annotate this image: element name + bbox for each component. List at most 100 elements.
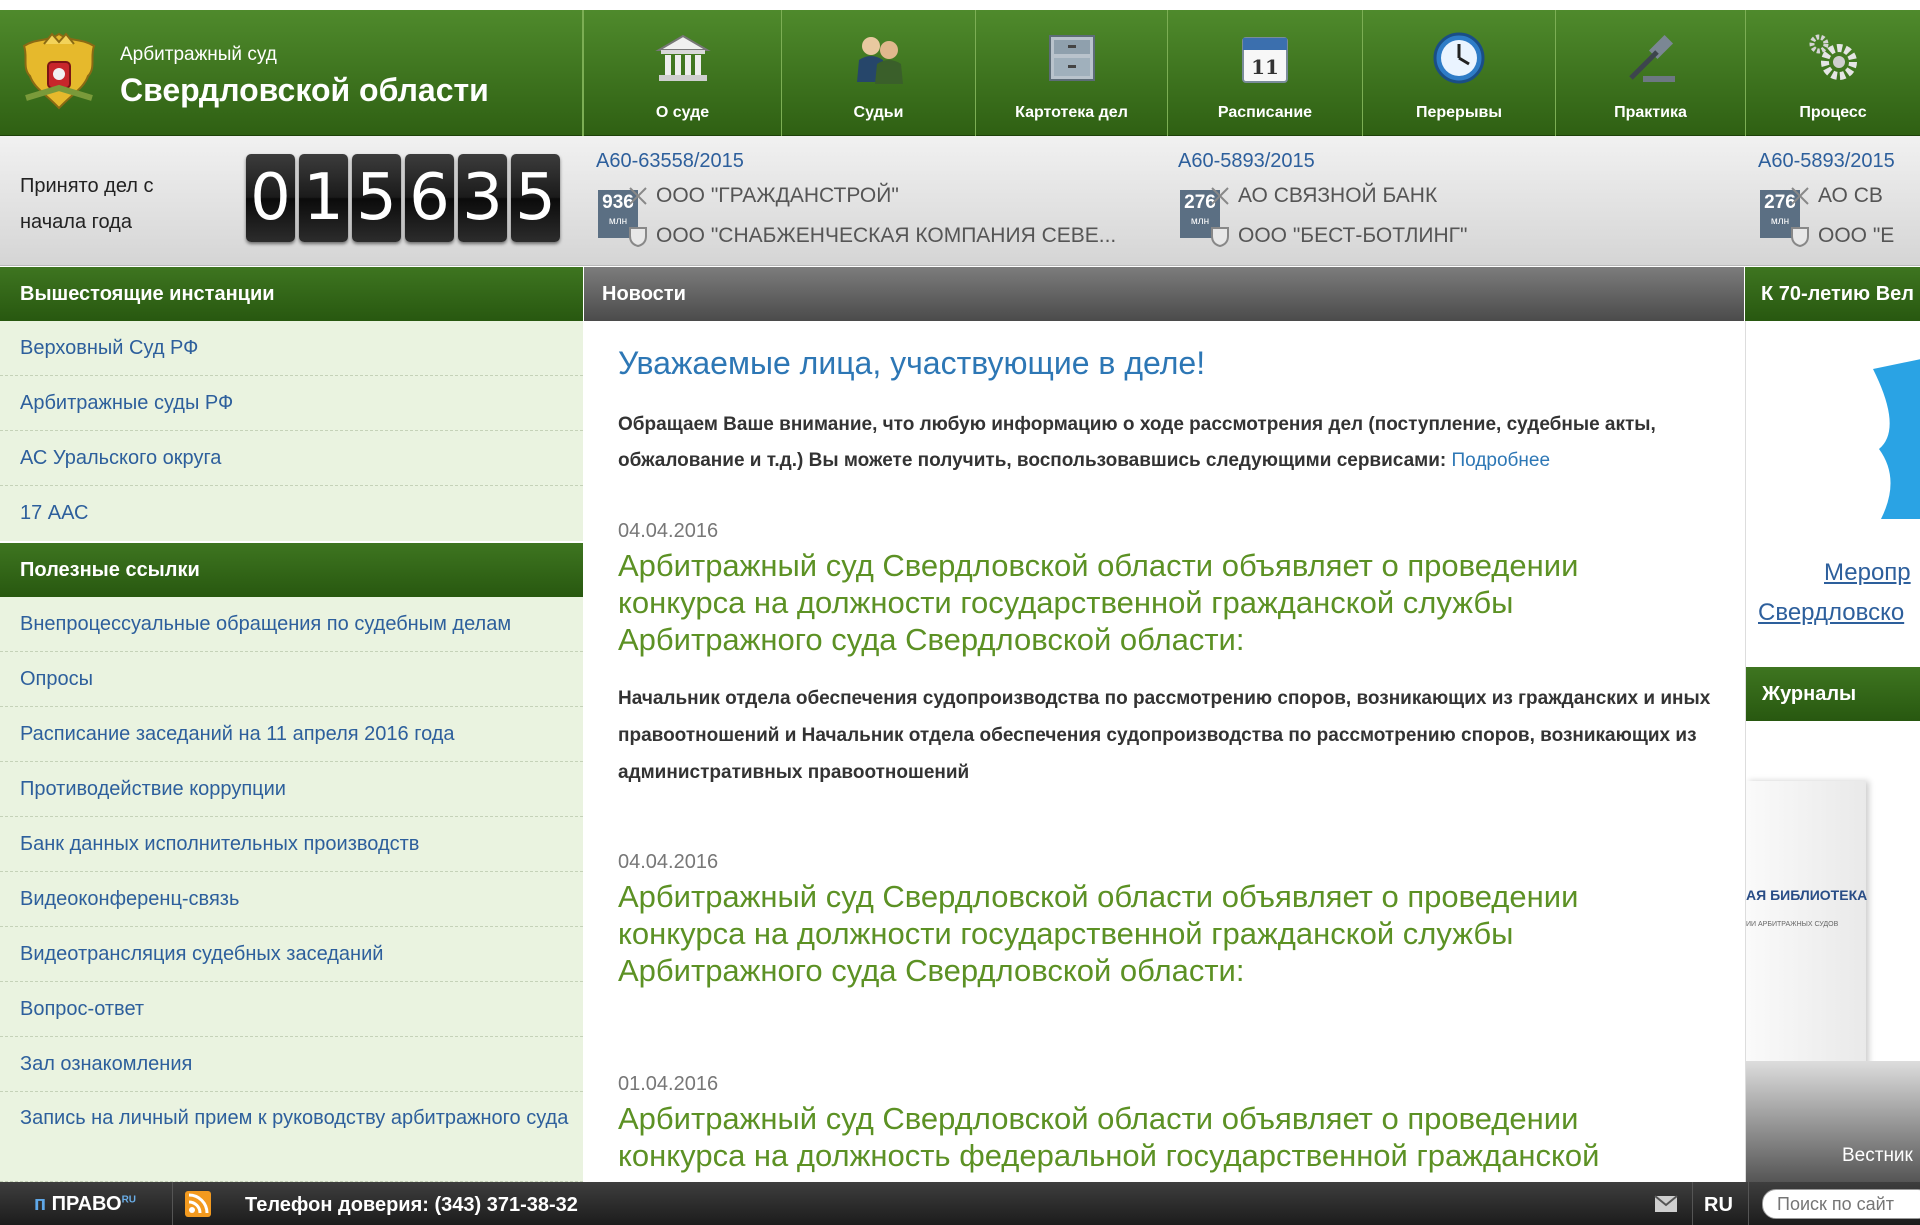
case-plaintiff-name: АО СВ [1818, 184, 1883, 207]
case-defendant-name: ООО "БЕСТ-БОТЛИНГ" [1238, 224, 1468, 247]
sidebar-item-reception[interactable]: Запись на личный прием к руководству арб… [0, 1092, 583, 1182]
journals-header: Журналы [1746, 667, 1920, 721]
clock-icon [1433, 32, 1485, 84]
news-column: Уважаемые лица, участвующие в деле! Обра… [584, 321, 1744, 1182]
sidebar-item-videoconference[interactable]: Видеоконференц-связь [0, 872, 583, 927]
case-plaintiff-name: АО СВЯЗНОЙ БАНК [1238, 184, 1438, 207]
building-icon [654, 34, 711, 81]
calendar-icon: 11 [1242, 37, 1288, 83]
journal-cover-title: АЯ БИБЛИОТЕКА [1746, 887, 1868, 903]
mail-icon[interactable] [1654, 1195, 1678, 1213]
language-switch[interactable]: RU [1704, 1194, 1733, 1217]
site-search-input[interactable] [1762, 1189, 1920, 1219]
case-number-link[interactable]: А60-5893/2015 [1178, 150, 1738, 173]
right-column: Меропр Свердловско Журналы АЯ БИБЛИОТЕКА… [1745, 321, 1920, 1182]
counter-digit: 3 [458, 154, 507, 242]
case-plaintiff-name: ООО "ГРАЖДАНСТРОЙ" [656, 184, 899, 207]
case-card[interactable]: А60-5893/2015 276 млн АО СВ ООО "Е [1758, 150, 1920, 262]
notice-text: Обращаем Ваше внимание, что любую информ… [618, 407, 1738, 479]
swords-icon [1791, 187, 1809, 205]
counter-digit: 1 [299, 154, 348, 242]
cases-counter-label: Принято дел с начала года [20, 175, 154, 233]
footer-bar: ᴨ ПРАВОRU Телефон доверия: (343) 371-38-… [0, 1182, 1920, 1225]
news-title-link[interactable]: Арбитражный суд Свердловской области объ… [618, 547, 1698, 658]
pravo-logo-mark: ᴨ [34, 1193, 47, 1215]
cases-counter: 0 1 5 6 3 5 [246, 154, 560, 242]
shield-icon [1211, 227, 1229, 248]
court-name-line1: Арбитражный суд [120, 44, 277, 65]
notice-more-link[interactable]: Подробнее [1452, 450, 1551, 471]
judges-icon [856, 37, 903, 84]
sidebar-item-video-broadcast[interactable]: Видеотрансляция судебных заседаний [0, 927, 583, 982]
case-card[interactable]: А60-63558/2015 936 млн ООО "ГРАЖДАНСТРОЙ"… [596, 150, 1156, 262]
sidebar-item-reading-room[interactable]: Зал ознакомления [0, 1037, 583, 1092]
sidebar-item-schedule[interactable]: Расписание заседаний на 11 апреля 2016 г… [0, 707, 583, 762]
sidebar-item-appeals[interactable]: Внепроцессуальные обращения по судебным … [0, 597, 583, 652]
counter-digit: 5 [511, 154, 560, 242]
case-plaintiff: АО СВЯЗНОЙ БАНК [1211, 184, 1438, 208]
news-date: 04.04.2016 [618, 520, 719, 542]
nav-process[interactable]: Процесс [1745, 10, 1920, 136]
footer-divider [1692, 1182, 1693, 1225]
case-defendant-name: ООО "Е [1818, 224, 1895, 247]
event-link-line1[interactable]: Меропр [1824, 559, 1911, 587]
site-header: Арбитражный суд Свердловской области О с… [0, 0, 1920, 136]
calendar-day: 11 [1251, 55, 1279, 79]
case-plaintiff: ООО "ГРАЖДАНСТРОЙ" [629, 184, 899, 208]
sidebar-item-arbitration-courts[interactable]: Арбитражные суды РФ [0, 376, 583, 431]
nav-practice[interactable]: Практика [1555, 10, 1745, 136]
sidebar-item-faq[interactable]: Вопрос-ответ [0, 982, 583, 1037]
counter-digit: 0 [246, 154, 295, 242]
case-card[interactable]: А60-5893/2015 276 млн АО СВЯЗНОЙ БАНК ООО… [1178, 150, 1738, 262]
coat-of-arms-icon [22, 32, 96, 110]
nav-label: Картотека дел [1015, 104, 1128, 121]
cabinet-icon [1048, 35, 1095, 81]
event-link-line2[interactable]: Свердловско [1758, 599, 1904, 627]
case-defendant: ООО "СНАБЖЕНЧЕСКАЯ КОМПАНИЯ СЕВЕ... [629, 224, 1116, 248]
counter-digit: 5 [352, 154, 401, 242]
anniversary-banner-icon [1873, 359, 1920, 519]
nav-label: Перерывы [1415, 104, 1502, 121]
nav-label: Процесс [1799, 104, 1867, 121]
nav-breaks[interactable]: Перерывы [1362, 10, 1555, 136]
swords-icon [1211, 187, 1229, 205]
gavel-icon [1628, 34, 1675, 82]
nav-judges[interactable]: Судьи [781, 10, 975, 136]
news-title-link[interactable]: Арбитражный суд Свердловской области объ… [618, 1100, 1698, 1174]
nav-label: О суде [655, 104, 710, 121]
pravo-logo-link[interactable]: ᴨ ПРАВОRU [34, 1193, 136, 1216]
nav-case-files[interactable]: Картотека дел [975, 10, 1167, 136]
sidebar-item-17aas[interactable]: 17 ААС [0, 486, 583, 541]
case-number-link[interactable]: А60-63558/2015 [596, 150, 1156, 173]
counter-digit: 6 [405, 154, 454, 242]
sidebar-item-polls[interactable]: Опросы [0, 652, 583, 707]
journal-cover[interactable]: АЯ БИБЛИОТЕКА ИИ АРБИТРАЖНЫХ СУДОВ [1746, 781, 1868, 1081]
case-defendant: ООО "БЕСТ-БОТЛИНГ" [1211, 224, 1468, 248]
news-header: Новости [584, 267, 1744, 321]
nav-label: Судьи [853, 104, 904, 121]
sidebar-item-enforcement-db[interactable]: Банк данных исполнительных производств [0, 817, 583, 872]
nav-schedule[interactable]: 11 Расписание [1167, 10, 1362, 136]
news-title-link[interactable]: Арбитражный суд Свердловской области объ… [618, 878, 1698, 989]
court-name-line2: Свердловской области [120, 72, 489, 108]
sidebar-section-higher-courts: Вышестоящие инстанции [0, 267, 583, 321]
rss-icon[interactable] [185, 1191, 211, 1217]
sidebar-item-anticorruption[interactable]: Противодействие коррупции [0, 762, 583, 817]
sidebar-item-supreme-court[interactable]: Верховный Суд РФ [0, 321, 583, 376]
court-logo-link[interactable]: Арбитражный суд Свердловской области [0, 10, 583, 136]
nav-about[interactable]: О суде [583, 10, 781, 136]
nav-label: Практика [1614, 104, 1687, 121]
notice-title: Уважаемые лица, участвующие в деле! [618, 345, 1206, 381]
sidebar-item-ural-district[interactable]: АС Уральского округа [0, 431, 583, 486]
case-number-link[interactable]: А60-5893/2015 [1758, 150, 1920, 173]
footer-divider [172, 1182, 173, 1225]
shield-icon [629, 227, 647, 248]
journal-caption[interactable]: Вестник [1842, 1145, 1913, 1167]
nav-label: Расписание [1217, 104, 1313, 121]
pravo-logo-text: ПРАВО [51, 1193, 122, 1215]
news-date: 04.04.2016 [618, 851, 719, 873]
swords-icon [629, 187, 647, 205]
case-defendant: ООО "Е [1791, 224, 1895, 248]
news-date: 01.04.2016 [618, 1073, 719, 1095]
news-body: Начальник отдела обеспечения судопроизво… [618, 688, 1711, 783]
